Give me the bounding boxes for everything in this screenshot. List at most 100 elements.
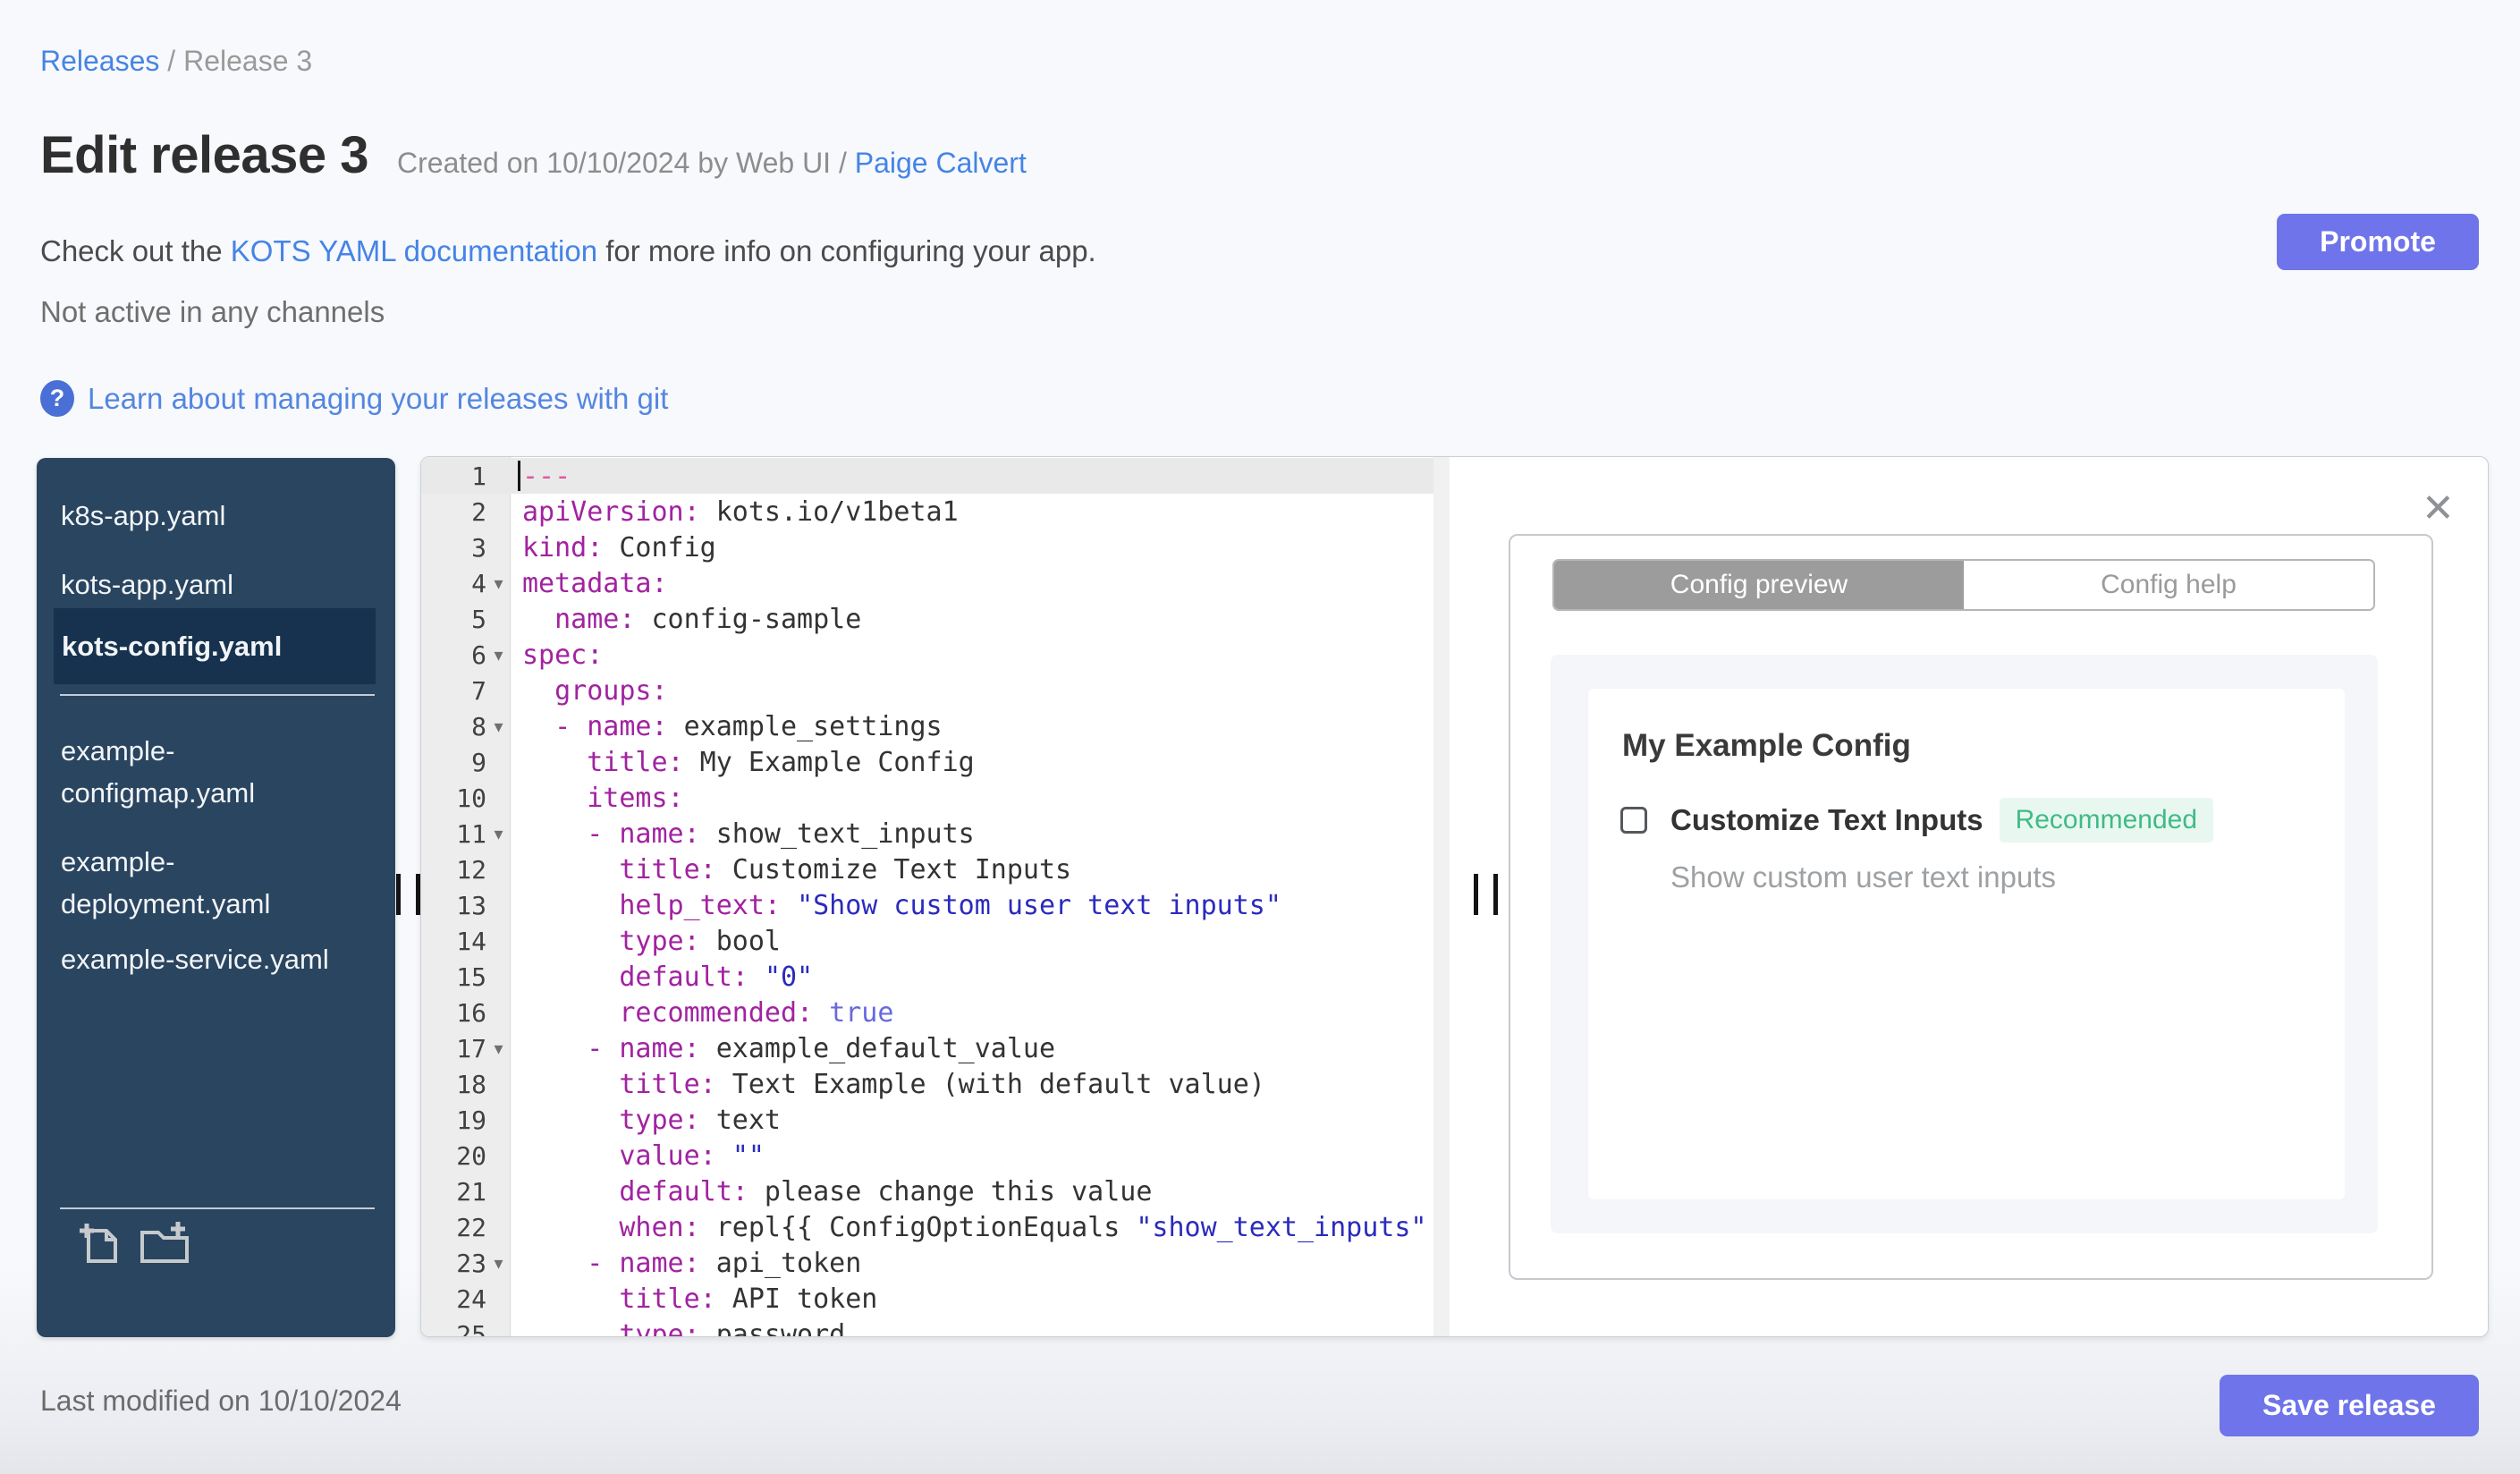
documentation-line: Check out the KOTS YAML documentation fo… [40,234,1096,268]
code-text: items: [587,782,684,814]
code-text: apiVersion: kots.io/v1beta1 [522,496,959,528]
promote-button[interactable]: Promote [2277,214,2479,270]
code-text: recommended: true [619,996,894,1029]
doc-text-pre: Check out the [40,234,231,267]
kots-docs-link[interactable]: KOTS YAML documentation [231,234,597,267]
breadcrumb-releases-link[interactable]: Releases [40,45,159,77]
sidebar-divider [60,1207,375,1209]
code-text: - name: example_default_value [587,1032,1056,1064]
editor-line: 3 kind: Config [421,529,1450,565]
code-text: title: My Example Config [587,746,975,778]
fold-toggle-icon[interactable]: ▾ [486,1252,511,1275]
breadcrumb-separator: / [159,45,184,77]
line-number-cell: 5 [471,604,486,634]
add-folder-icon [140,1222,189,1263]
code-text: default: "0" [619,961,814,993]
code-text: - name: api_token [587,1247,862,1279]
tab-config-preview[interactable]: Config preview [1554,561,1964,609]
line-number-cell: 11 ▾ [421,819,511,849]
editor-line: 4 ▾ metadata: [421,565,1450,601]
editor-line: 14 type: bool [421,923,1450,959]
config-checkbox[interactable] [1620,807,1647,834]
editor-line: 6 ▾ spec: [421,637,1450,673]
code-text: title: API token [619,1283,878,1315]
sidebar-file-example-deployment.yaml[interactable]: example-deployment.yaml [61,841,338,925]
git-help-row[interactable]: ? Learn about managing your releases wit… [40,380,668,417]
code-text: help_text: "Show custom user text inputs… [619,889,1281,921]
line-number-cell: 23 ▾ [421,1249,511,1278]
sidebar-resize-handle[interactable] [396,874,420,915]
editor-line: 21 default: please change this value [421,1173,1450,1209]
created-meta: Created on 10/10/2024 by Web UI / Paige … [397,147,1027,180]
code-editor[interactable]: 1 --- 2 apiVersion: kots.io/v1beta1 3 kind: C… [421,458,1450,1336]
line-number-cell: 4 ▾ [421,569,511,598]
tab-config-help[interactable]: Config help [1964,561,2373,609]
line-number-cell: 1 [471,461,486,491]
preview-resize-handle[interactable] [1474,874,1498,915]
code-text: type: password [619,1318,846,1337]
line-number-cell: 16 [456,997,486,1028]
editor-scrollbar[interactable] [1433,457,1450,1336]
editor-line: 9 title: My Example Config [421,744,1450,780]
editor-line: 10 items: [421,780,1450,816]
line-number-cell: 7 [471,675,486,706]
sidebar-actions [76,1220,192,1269]
code-text: default: please change this value [619,1175,1153,1207]
editor-line: 17 ▾ - name: example_default_value [421,1030,1450,1066]
config-item-help-text: Show custom user text inputs [1670,860,2057,894]
save-release-button[interactable]: Save release [2220,1375,2479,1436]
sidebar-file-k8s-app.yaml[interactable]: k8s-app.yaml [61,495,338,537]
line-number-cell: 21 [456,1176,486,1207]
code-text: - name: show_text_inputs [587,817,975,850]
add-folder-button[interactable] [137,1220,192,1269]
editor-line: 16 recommended: true [421,995,1450,1030]
preview-content-area: My Example Config Customize Text Inputs … [1551,655,2378,1233]
sidebar-file-kots-config.yaml[interactable]: kots-config.yaml [54,608,376,684]
fold-toggle-icon[interactable]: ▾ [486,572,511,595]
code-text: value: "" [619,1139,765,1172]
code-text: kind: Config [522,531,716,563]
close-preview-button[interactable]: ✕ [2422,489,2455,529]
page-title: Edit release 3 [40,126,369,184]
line-number-cell: 15 [456,961,486,992]
editor-line: 25 type: password [421,1317,1450,1337]
line-number-cell: 25 [456,1319,486,1337]
line-number-cell: 13 [456,890,486,920]
breadcrumb: Releases / Release 3 [40,45,312,78]
editor-line: 11 ▾ - name: show_text_inputs [421,816,1450,851]
fold-toggle-icon[interactable]: ▾ [486,1038,511,1060]
code-text: name: config-sample [554,603,862,635]
line-number-cell: 18 [456,1069,486,1099]
editor-line: 13 help_text: "Show custom user text inp… [421,887,1450,923]
sidebar-file-example-configmap.yaml[interactable]: example-configmap.yaml [61,730,338,814]
line-number-cell: 12 [456,854,486,885]
add-file-icon [80,1224,117,1263]
sidebar-divider [60,694,375,696]
last-modified-text: Last modified on 10/10/2024 [40,1385,402,1417]
editor-line: 5 name: config-sample [421,601,1450,637]
line-number-cell: 10 [456,783,486,813]
fold-toggle-icon[interactable]: ▾ [486,644,511,666]
add-file-button[interactable] [76,1220,123,1269]
config-preview-panel: Config preview Config help My Example Con… [1509,534,2433,1280]
fold-toggle-icon[interactable]: ▾ [486,823,511,845]
code-text: when: repl{{ ConfigOptionEquals "show_te… [619,1211,1427,1243]
line-number-cell: 20 [456,1140,486,1171]
preview-tabs: Config preview Config help [1552,559,2375,611]
sidebar-file-kots-app.yaml[interactable]: kots-app.yaml [61,563,338,606]
line-number-cell: 24 [456,1283,486,1314]
question-mark-icon: ? [40,380,74,417]
code-text: metadata: [522,567,668,599]
fold-toggle-icon[interactable]: ▾ [486,716,511,738]
code-text: groups: [554,674,668,707]
editor-line: 20 value: "" [421,1138,1450,1173]
editor-line: 7 groups: [421,673,1450,708]
editor-line: 8 ▾ - name: example_settings [421,708,1450,744]
line-number-cell: 3 [471,532,486,563]
sidebar-file-example-service.yaml[interactable]: example-service.yaml [61,938,338,980]
recommended-badge: Recommended [1999,798,2214,843]
code-text: spec: [522,639,604,671]
author-link[interactable]: Paige Calvert [855,147,1027,179]
git-help-link[interactable]: Learn about managing your releases with … [88,382,668,416]
line-number-cell: 9 [471,747,486,777]
